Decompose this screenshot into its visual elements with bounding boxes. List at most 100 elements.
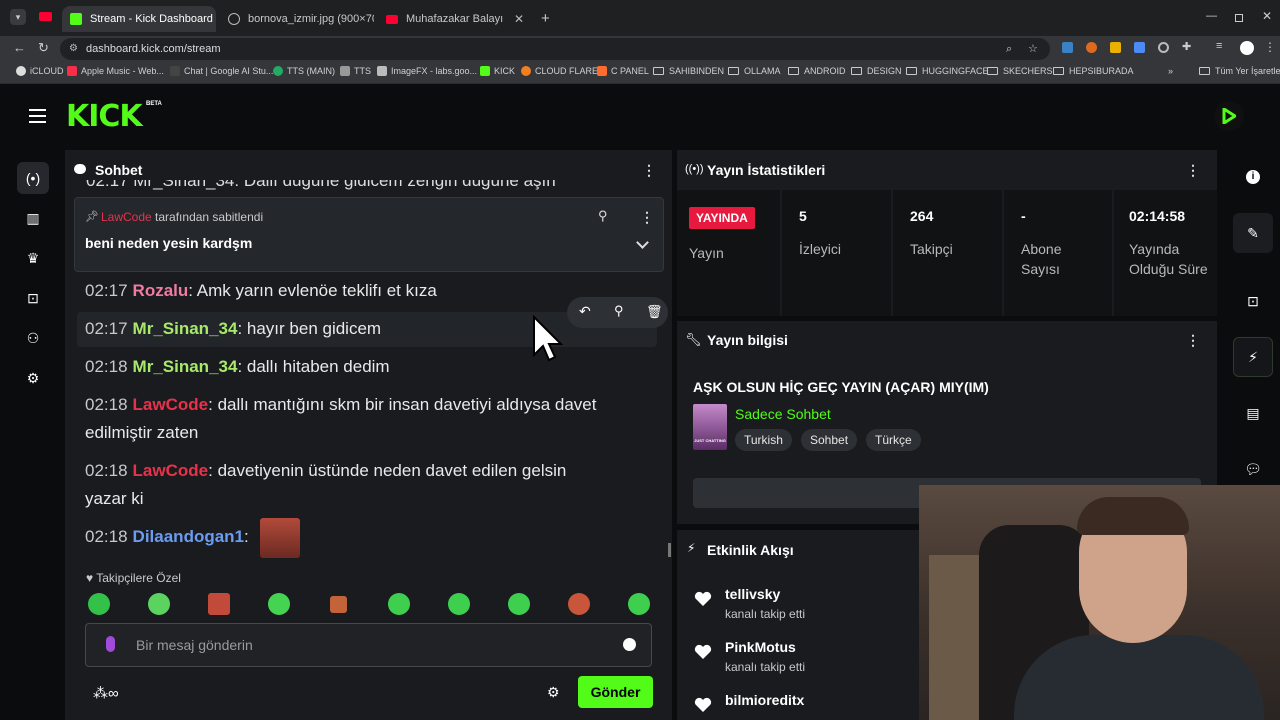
chat-icon[interactable]: 💬︎	[1233, 449, 1273, 489]
bookmark-folder[interactable]: OLLAMA	[728, 66, 781, 76]
go-live-icon[interactable]	[1214, 101, 1244, 131]
back-icon[interactable]: ←	[13, 40, 26, 55]
notes-icon[interactable]: ▤	[1233, 393, 1273, 433]
emote-icon[interactable]	[388, 593, 410, 615]
message-username[interactable]: LawCode	[133, 395, 209, 414]
emote-image[interactable]	[260, 518, 300, 558]
more-bookmarks-icon[interactable]: »	[1168, 66, 1173, 76]
bookmark-folder[interactable]: HEPSIBURADA	[1053, 66, 1134, 76]
nav-trophy-icon[interactable]: ♛	[17, 242, 49, 274]
moderation-icon[interactable]: ⊡	[1233, 281, 1273, 321]
message-username[interactable]: LawCode	[133, 461, 209, 480]
reply-icon[interactable]: ↶	[579, 303, 591, 320]
delete-icon[interactable]: 🗑︎	[646, 304, 663, 320]
chat-input[interactable]: Bir mesaj gönderin	[85, 623, 652, 667]
restore-icon[interactable]	[1235, 14, 1243, 22]
edit-icon[interactable]: ✎	[1233, 213, 1273, 253]
media-controls-icon[interactable]: ≡	[1216, 40, 1222, 52]
youtube-pinned-tab-icon[interactable]	[39, 12, 52, 21]
bookmark-icloud[interactable]: iCLOUD	[16, 66, 64, 76]
nav-community-icon[interactable]: ⚇	[17, 322, 49, 354]
chat-message[interactable]: 02:17 Mr_Sinan_34: hayır ben gidicem	[85, 315, 381, 343]
bookmark-star-icon[interactable]: ☆	[1028, 38, 1038, 60]
bookmark-folder[interactable]: SKECHERS	[987, 66, 1053, 76]
event-user[interactable]: PinkMotus	[725, 639, 796, 655]
quick-actions-icon[interactable]: ⚡︎	[1233, 337, 1273, 377]
chevron-down-icon[interactable]	[636, 236, 649, 249]
bookmark-tts[interactable]: TTS	[340, 66, 371, 76]
microphone-icon[interactable]	[106, 636, 115, 652]
extension-icon[interactable]	[1110, 42, 1121, 53]
bookmark-imagefx[interactable]: ImageFX - labs.goo...	[377, 66, 477, 76]
extension-icon[interactable]	[1086, 42, 1097, 53]
extension-icon[interactable]	[1158, 42, 1169, 53]
hamburger-menu-icon[interactable]	[29, 109, 46, 123]
tab-kick-dashboard[interactable]: Stream - Kick Dashboard ✕	[62, 6, 216, 32]
pinned-message[interactable]: 📌︎ LawCode tarafından sabitlendi ⚲ ⋮ ben…	[74, 197, 664, 272]
chat-message[interactable]: 02:18 LawCode: davetiyenin üstünde neden …	[85, 457, 655, 513]
extensions-puzzle-icon[interactable]: ✚	[1182, 40, 1191, 53]
chat-menu-icon[interactable]: ⋮	[642, 163, 656, 177]
window-close-icon[interactable]: ✕	[1262, 9, 1272, 23]
emote-icon[interactable]	[448, 593, 470, 615]
message-username[interactable]: Rozalu	[133, 281, 189, 300]
tab-list-icon[interactable]: ▾	[10, 9, 26, 25]
tab-youtube-villa[interactable]: Muhafazakar Balayı Villası İncel ✕	[378, 6, 532, 32]
chat-scrollbar[interactable]	[668, 543, 671, 557]
bookmark-folder[interactable]: SAHIBINDEN	[653, 66, 724, 76]
message-username[interactable]: Mr_Sinan_34	[133, 357, 238, 376]
nav-analytics-icon[interactable]: ▥	[17, 202, 49, 234]
pinned-menu-icon[interactable]: ⋮	[640, 209, 654, 226]
emote-icon[interactable]	[88, 593, 110, 615]
bookmark-folder[interactable]: HUGGINGFACE	[906, 66, 989, 76]
zoom-icon[interactable]: ⌕	[1006, 38, 1012, 60]
close-icon[interactable]: ✕	[213, 12, 216, 26]
site-info-icon[interactable]: ⚙	[69, 38, 78, 60]
category-thumbnail[interactable]: JUST CHATTING	[693, 404, 727, 450]
bookmark-apple-music[interactable]: Apple Music - Web...	[67, 66, 164, 76]
emote-icon[interactable]	[568, 593, 590, 615]
chat-settings-icon[interactable]: ⚙	[547, 684, 560, 701]
message-username[interactable]: Mr_Sinan_34	[133, 319, 238, 338]
emote-icon[interactable]	[208, 593, 230, 615]
url-field[interactable]: ⚙ dashboard.kick.com/stream ⌕ ☆	[60, 38, 1050, 60]
event-user[interactable]: bilmioreditx	[725, 692, 804, 708]
message-username[interactable]: Dilaandogan1	[133, 527, 244, 546]
event-user[interactable]: tellivsky	[725, 586, 780, 602]
emote-icon[interactable]	[508, 593, 530, 615]
nav-stream-icon[interactable]: (•)	[17, 162, 49, 194]
emote-icon[interactable]	[330, 596, 347, 613]
emote-icon[interactable]	[268, 593, 290, 615]
chat-message[interactable]: 02:18 Dilaandogan1:	[85, 523, 249, 551]
info-icon[interactable]: i	[1233, 157, 1273, 197]
browser-menu-icon[interactable]: ⋮	[1264, 40, 1276, 54]
emote-icon[interactable]	[148, 593, 170, 615]
emoji-icon[interactable]	[623, 638, 636, 651]
tag-chip[interactable]: Turkish	[735, 429, 792, 451]
chat-message[interactable]: 02:18 Mr_Sinan_34: dallı hitaben dedim	[85, 353, 390, 381]
bookmark-ai-studio[interactable]: Chat | Google AI Stu...	[170, 66, 273, 76]
bookmark-tts-main[interactable]: TTS (MAIN)	[273, 66, 335, 76]
category-link[interactable]: Sadece Sohbet	[735, 406, 831, 422]
chat-rules-icon[interactable]: ⁂∞	[93, 684, 119, 702]
extension-icon[interactable]	[1062, 42, 1073, 53]
pin-message-icon[interactable]: ⚲	[614, 303, 624, 319]
tag-chip[interactable]: Sohbet	[801, 429, 858, 451]
kick-logo[interactable]: KICK	[66, 99, 143, 134]
chat-message[interactable]: 02:18 LawCode: dallı mantığını skm bir in…	[85, 391, 655, 447]
emote-icon[interactable]	[628, 593, 650, 615]
profile-avatar[interactable]	[1240, 41, 1254, 55]
send-button[interactable]: Gönder	[578, 676, 653, 708]
bookmark-kick[interactable]: KICK	[480, 66, 515, 76]
reload-icon[interactable]: ↻	[38, 40, 49, 56]
bookmark-cpanel[interactable]: C PANEL	[597, 66, 649, 76]
nav-settings-icon[interactable]: ⚙	[17, 362, 49, 394]
extension-icon[interactable]	[1134, 42, 1145, 53]
bookmark-folder[interactable]: ANDROID	[788, 66, 846, 76]
bookmark-all[interactable]: Tüm Yer İşaretleri	[1199, 66, 1280, 76]
close-icon[interactable]: ✕	[506, 12, 524, 26]
new-tab-icon[interactable]: +	[541, 10, 550, 27]
chat-message[interactable]: 02:17 Rozalu: Amk yarın evlenöe teklifı e…	[85, 277, 437, 305]
bookmark-cloudflare[interactable]: CLOUD FLARE	[521, 66, 598, 76]
unpin-icon[interactable]: ⚲	[598, 208, 608, 224]
